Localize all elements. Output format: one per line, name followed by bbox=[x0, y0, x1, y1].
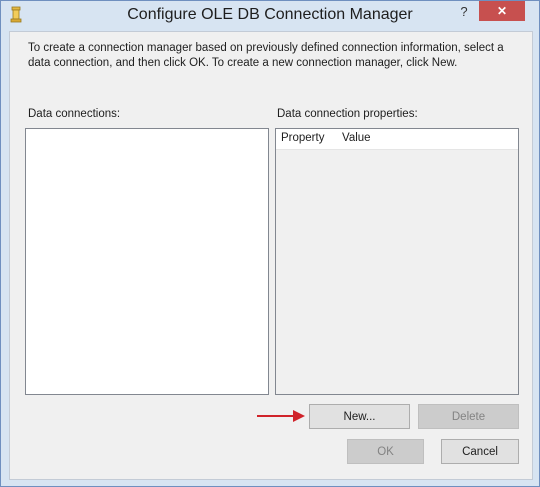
help-button[interactable]: ? bbox=[453, 1, 475, 21]
close-icon: ✕ bbox=[496, 4, 508, 18]
close-button[interactable]: ✕ bbox=[479, 1, 525, 21]
title-bar[interactable]: Configure OLE DB Connection Manager ? ✕ bbox=[1, 1, 539, 31]
data-connections-list[interactable] bbox=[25, 128, 269, 395]
instructions-text: To create a connection manager based on … bbox=[28, 42, 504, 69]
properties-grid[interactable]: Property Value bbox=[275, 128, 519, 395]
ok-button[interactable]: OK bbox=[347, 439, 424, 464]
properties-grid-header: Property Value bbox=[276, 129, 518, 150]
column-header-property: Property bbox=[281, 132, 325, 144]
help-icon: ? bbox=[460, 3, 468, 19]
delete-button[interactable]: Delete bbox=[418, 404, 519, 429]
new-button[interactable]: New... bbox=[309, 404, 410, 429]
data-connections-label: Data connections: bbox=[28, 108, 121, 120]
column-header-value: Value bbox=[342, 132, 371, 144]
properties-label: Data connection properties: bbox=[277, 108, 418, 120]
red-arrow-icon bbox=[257, 410, 305, 422]
cancel-button[interactable]: Cancel bbox=[441, 439, 519, 464]
